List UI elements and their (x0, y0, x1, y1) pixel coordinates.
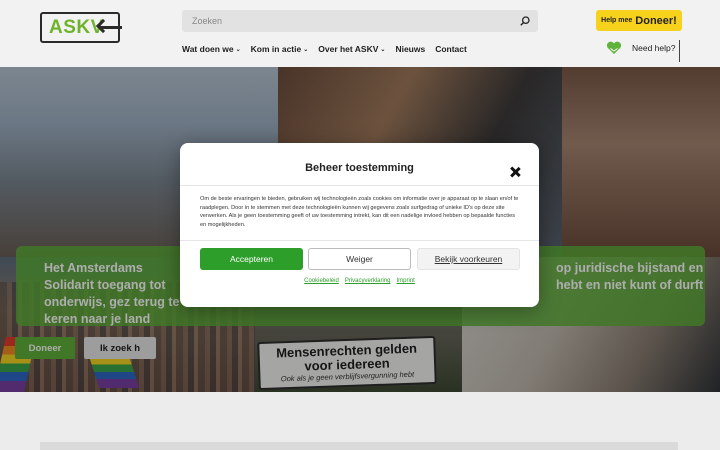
nav-label: Nieuws (395, 44, 426, 54)
imprint-link[interactable]: Imprint (397, 278, 415, 284)
search-input[interactable] (182, 10, 502, 32)
main-nav: Wat doen we ⌄ Kom in actie ⌄ Over het AS… (182, 44, 467, 54)
divider (180, 240, 539, 241)
donate-top-button[interactable]: Help mee Doneer! (596, 10, 682, 31)
chevron-down-icon: ⌄ (235, 46, 241, 53)
nav-item-wat-doen-we[interactable]: Wat doen we ⌄ (182, 44, 241, 54)
deny-button[interactable]: Weiger (308, 248, 411, 270)
nav-item-over-het-askv[interactable]: Over het ASKV ⌄ (318, 44, 385, 54)
nav-label: Wat doen we (182, 44, 234, 54)
nav-item-kom-in-actie[interactable]: Kom in actie ⌄ (251, 44, 309, 54)
askv-logo[interactable]: ASKV (40, 12, 122, 43)
nav-label: Over het ASKV (318, 44, 379, 54)
header-divider (679, 40, 680, 62)
need-help-link[interactable]: Need help? (606, 41, 675, 55)
close-icon[interactable] (510, 167, 520, 177)
logo-text: ASKV (49, 16, 104, 38)
accept-button[interactable]: Accepteren (200, 248, 303, 270)
site-header: ASKV Help mee Doneer! Wat doen we ⌄ Kom … (0, 0, 720, 67)
consent-title: Beheer toestemming (305, 162, 414, 174)
nav-label: Kom in actie (250, 44, 302, 54)
search-bar (182, 10, 538, 32)
nav-item-contact[interactable]: Contact (435, 44, 467, 54)
view-preferences-button[interactable]: Bekijk voorkeuren (417, 248, 520, 270)
logo-arrow-icon (100, 26, 122, 29)
privacy-statement-link[interactable]: Privacyverklaring (345, 278, 391, 284)
need-help-label: Need help? (632, 43, 676, 53)
consent-body: Om de beste ervaringen te bieden, gebrui… (200, 196, 519, 228)
nav-label: Contact (435, 44, 467, 54)
chevron-down-icon: ⌄ (380, 46, 386, 53)
chevron-down-icon: ⌄ (303, 46, 309, 53)
donate-top-big: Doneer! (635, 14, 677, 27)
nav-item-nieuws[interactable]: Nieuws (395, 44, 425, 54)
content-strip (40, 442, 678, 450)
donate-top-small: Help mee (601, 17, 633, 24)
search-icon[interactable] (520, 16, 530, 26)
heart-hands-icon (606, 41, 622, 54)
cookie-policy-link[interactable]: Cookiebeleid (304, 278, 339, 284)
consent-links: Cookiebeleid Privacyverklaring Imprint (180, 278, 539, 284)
consent-dialog: Beheer toestemming Om de beste ervaringe… (180, 143, 539, 307)
divider (180, 185, 539, 186)
